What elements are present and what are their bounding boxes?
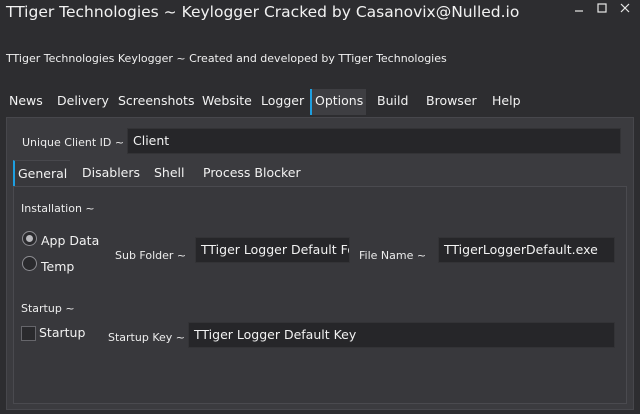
nav-tab-help[interactable]: Help <box>489 89 524 115</box>
startup-checkbox-label[interactable]: Startup <box>39 325 85 340</box>
minimize-icon <box>575 10 583 12</box>
window-title: TTiger Technologies ~ Keylogger Cracked … <box>6 3 520 21</box>
nav-tab-browser[interactable]: Browser <box>423 89 480 115</box>
sub-folder-input[interactable]: TTiger Logger Default Fo <box>195 237 350 263</box>
subtab-process-blocker[interactable]: Process Blocker <box>200 160 304 186</box>
startup-checkbox[interactable] <box>21 326 36 341</box>
maximize-button[interactable] <box>591 0 613 16</box>
maximize-icon <box>597 3 607 13</box>
client-id-label: Unique Client ID ~ <box>22 136 125 149</box>
client-id-input[interactable]: Client <box>127 128 621 154</box>
file-name-input[interactable]: TTigerLoggerDefault.exe <box>438 237 615 263</box>
options-panel: Unique Client ID ~ Client General Disabl… <box>6 117 634 410</box>
startup-key-label: Startup Key ~ <box>108 331 185 344</box>
subtab-shell[interactable]: Shell <box>151 160 188 186</box>
temp-label[interactable]: Temp <box>41 259 74 274</box>
sub-folder-label: Sub Folder ~ <box>115 249 187 262</box>
minimize-button[interactable] <box>568 0 590 16</box>
main-nav: News Delivery Screenshots Website Logger… <box>0 89 640 115</box>
close-button[interactable] <box>614 0 636 16</box>
options-subtabs: General Disablers Shell Process Blocker <box>13 160 627 186</box>
nav-tab-options[interactable]: Options <box>310 89 367 115</box>
title-bar: TTiger Technologies ~ Keylogger Cracked … <box>0 0 640 30</box>
startup-heading: Startup ~ <box>21 302 75 315</box>
app-data-radio[interactable] <box>22 231 37 246</box>
general-tab-content: Installation ~ App Data Temp Sub Folder … <box>13 186 627 404</box>
nav-tab-build[interactable]: Build <box>374 89 411 115</box>
subtab-disablers[interactable]: Disablers <box>79 160 143 186</box>
app-data-label[interactable]: App Data <box>41 233 99 248</box>
nav-tab-screenshots[interactable]: Screenshots <box>115 89 197 115</box>
nav-tab-website[interactable]: Website <box>199 89 255 115</box>
nav-tab-logger[interactable]: Logger <box>258 89 307 115</box>
nav-tab-delivery[interactable]: Delivery <box>54 89 112 115</box>
temp-radio[interactable] <box>22 256 37 271</box>
close-icon <box>620 3 630 13</box>
nav-tab-news[interactable]: News <box>6 89 46 115</box>
app-subtitle: TTiger Technologies Keylogger ~ Created … <box>6 52 447 65</box>
subtab-general[interactable]: General <box>13 160 71 186</box>
file-name-label: File Name ~ <box>359 249 427 262</box>
startup-key-input[interactable]: TTiger Logger Default Key <box>188 322 615 348</box>
installation-heading: Installation ~ <box>21 202 95 215</box>
